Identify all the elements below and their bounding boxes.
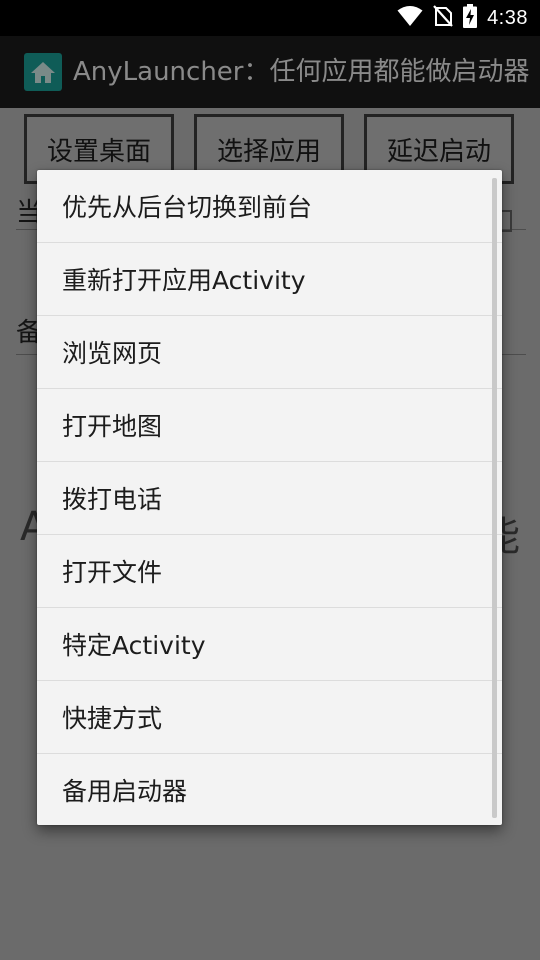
home-icon [24,53,62,91]
action-bar: AnyLauncher：任何应用都能做启动器 [0,36,540,108]
menu-item-browse-web[interactable]: 浏览网页 [37,316,502,389]
wifi-icon [397,5,423,31]
menu-item-open-map[interactable]: 打开地图 [37,389,502,462]
menu-item-shortcut[interactable]: 快捷方式 [37,681,502,754]
status-icons: 4:38 [397,0,528,36]
menu-item-backup-launcher[interactable]: 备用启动器 [37,754,502,825]
app-title: AnyLauncher：任何应用都能做启动器 [73,57,530,87]
menu-item-specific-activity[interactable]: 特定Activity [37,608,502,681]
status-bar: 4:38 [0,0,540,36]
no-sim-icon [433,5,453,31]
menu-item-switch-from-background[interactable]: 优先从后台切换到前台 [37,170,502,243]
battery-charging-icon [463,4,478,32]
menu-item-reopen-activity[interactable]: 重新打开应用Activity [37,243,502,316]
menu-item-open-file[interactable]: 打开文件 [37,535,502,608]
status-time: 4:38 [487,6,528,29]
menu-scrollbar[interactable] [492,178,497,818]
launch-mode-popup-menu: 优先从后台切换到前台 重新打开应用Activity 浏览网页 打开地图 拨打电话… [37,170,502,825]
menu-item-make-call[interactable]: 拨打电话 [37,462,502,535]
